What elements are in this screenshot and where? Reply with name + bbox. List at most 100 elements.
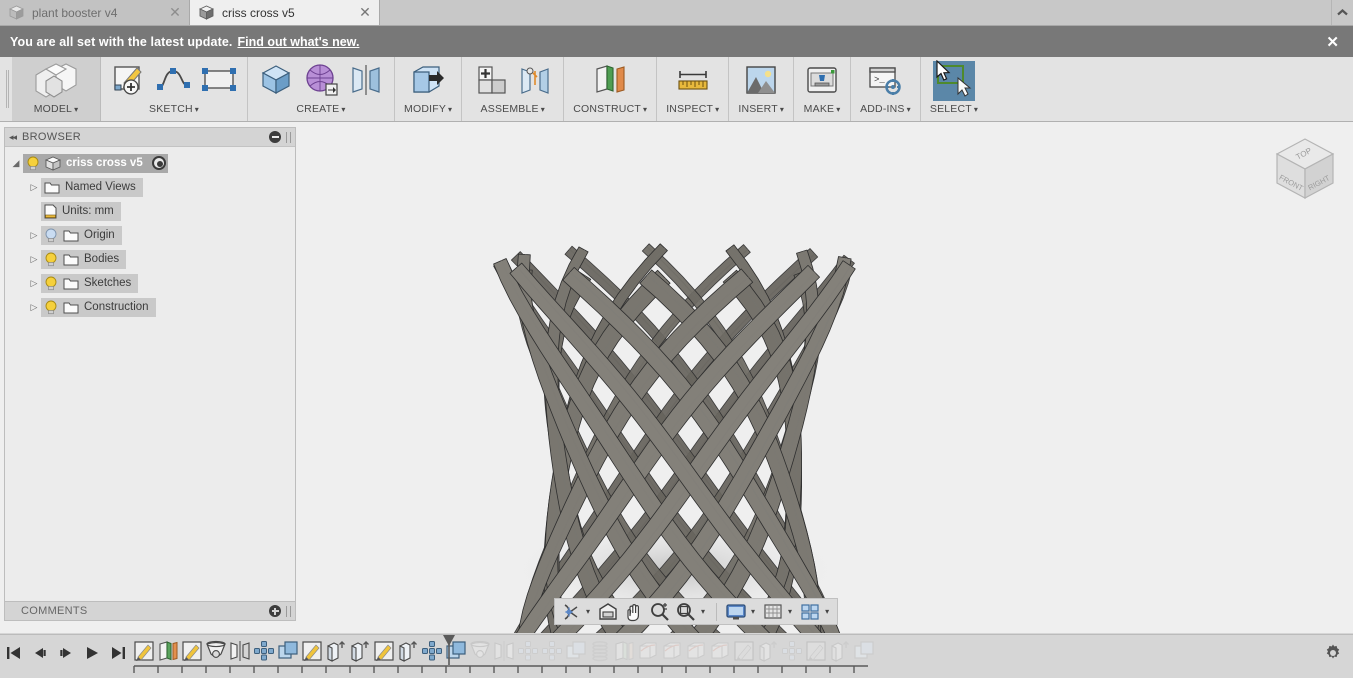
minimize-icon[interactable] <box>269 131 281 143</box>
play-icon[interactable] <box>84 645 100 661</box>
visibility-bulb-icon[interactable] <box>44 300 58 315</box>
tree-pill[interactable]: Units: mm <box>41 201 121 221</box>
close-icon[interactable]: ✕ <box>1322 33 1343 51</box>
select-window-icon[interactable] <box>932 61 975 101</box>
chevron-down-icon[interactable]: ▾ <box>836 105 840 114</box>
spline-icon[interactable] <box>155 61 193 99</box>
chevron-down-icon[interactable]: ▾ <box>586 607 593 616</box>
tree-pill[interactable]: Named Views <box>41 177 143 197</box>
expand-arrow-icon[interactable]: ◢ <box>9 158 23 169</box>
timeline-feature-sketch[interactable] <box>300 638 324 664</box>
whats-new-link[interactable]: Find out what's new. <box>237 35 359 49</box>
tree-item-criss-cross-v5[interactable]: ◢ criss cross v5 <box>5 153 295 173</box>
timeline-feature-extrude[interactable] <box>324 638 348 664</box>
look-at-icon[interactable] <box>597 601 619 623</box>
chevron-down-icon[interactable]: ▾ <box>788 607 795 616</box>
ribbon-label-assemble[interactable]: ASSEMBLE ▾ <box>481 103 545 115</box>
expand-arrow-icon[interactable]: ▷ <box>27 254 41 265</box>
ribbon-label-insert[interactable]: INSERT ▾ <box>738 103 784 115</box>
timeline-feature-mirror[interactable] <box>492 638 516 664</box>
display-settings-icon[interactable] <box>725 601 747 623</box>
timeline-feature-extrude[interactable] <box>348 638 372 664</box>
extrude-box-icon[interactable] <box>257 61 295 99</box>
chevron-down-icon[interactable]: ▾ <box>448 105 452 114</box>
visibility-bulb-icon[interactable] <box>44 228 58 243</box>
chevron-down-icon[interactable]: ▾ <box>751 607 758 616</box>
timeline-feature-extrude[interactable] <box>756 638 780 664</box>
tree-item-sketches[interactable]: ▷ Sketches <box>5 273 295 293</box>
ribbon-label-inspect[interactable]: INSPECT ▾ <box>666 103 719 115</box>
expand-arrow-icon[interactable]: ▷ <box>27 230 41 241</box>
ribbon-label-modify[interactable]: MODIFY ▾ <box>404 103 452 115</box>
timeline-playhead-marker[interactable] <box>441 635 457 665</box>
timeline-feature-combine[interactable] <box>852 638 876 664</box>
expand-arrow-icon[interactable]: ▷ <box>27 278 41 289</box>
timeline-feature-sketch[interactable] <box>372 638 396 664</box>
go-to-end-icon[interactable] <box>110 645 126 661</box>
tree-item-construction[interactable]: ▷ Construction <box>5 297 295 317</box>
scripts-addins-icon[interactable]: >_ <box>866 61 904 99</box>
timeline-feature-sketch[interactable] <box>732 638 756 664</box>
tree-pill[interactable]: Origin <box>41 225 122 245</box>
mirror-icon[interactable] <box>347 61 385 99</box>
joint-icon[interactable] <box>516 61 554 99</box>
ribbon-grip[interactable] <box>0 57 12 121</box>
collapse-panel-icon[interactable]: ◂◂ <box>9 132 17 143</box>
chevron-down-icon[interactable]: ▾ <box>907 105 911 114</box>
visibility-bulb-icon[interactable] <box>26 156 40 171</box>
step-back-icon[interactable] <box>32 645 48 661</box>
ribbon-label-construct[interactable]: CONSTRUCT ▾ <box>573 103 647 115</box>
viewports-icon[interactable] <box>799 601 821 623</box>
tree-item-origin[interactable]: ▷ Origin <box>5 225 295 245</box>
timeline-feature-pattern[interactable] <box>780 638 804 664</box>
step-forward-icon[interactable] <box>58 645 74 661</box>
timeline-feature-pattern[interactable] <box>252 638 276 664</box>
expand-arrow-icon[interactable]: ▷ <box>27 302 41 313</box>
visibility-bulb-icon[interactable] <box>44 276 58 291</box>
tree-pill[interactable]: Sketches <box>41 273 139 293</box>
visibility-bulb-icon[interactable] <box>44 252 58 267</box>
document-tab-criss-cross[interactable]: criss cross v5 ✕ <box>190 0 380 25</box>
chevron-down-icon[interactable]: ▾ <box>341 105 345 114</box>
resize-grip-icon[interactable] <box>286 605 291 617</box>
timeline-feature-extrude[interactable] <box>396 638 420 664</box>
chevron-down-icon[interactable]: ▾ <box>780 105 784 114</box>
view-cube[interactable]: TOP FRONT RIGHT <box>1263 124 1347 212</box>
chevron-up-icon[interactable] <box>1331 0 1353 25</box>
rectangle-icon[interactable] <box>200 61 238 99</box>
tree-item-named-views[interactable]: ▷ Named Views <box>5 177 295 197</box>
timeline-feature-loft[interactable] <box>204 638 228 664</box>
add-comment-icon[interactable] <box>269 605 281 617</box>
timeline-feature-fillet[interactable] <box>708 638 732 664</box>
tree-item-bodies[interactable]: ▷ Bodies <box>5 249 295 269</box>
tree-item-units[interactable]: Units: mm <box>5 201 295 221</box>
timeline-feature-coil[interactable] <box>588 638 612 664</box>
ribbon-label-select[interactable]: SELECT ▾ <box>930 103 978 115</box>
ribbon-label-sketch[interactable]: SKETCH ▾ <box>149 103 199 115</box>
timeline-feature-pattern[interactable] <box>516 638 540 664</box>
comments-panel[interactable]: COMMENTS <box>4 601 296 621</box>
timeline-feature-sketch[interactable] <box>804 638 828 664</box>
insert-image-icon[interactable] <box>742 61 780 99</box>
new-component-icon[interactable] <box>471 61 509 99</box>
tree-pill[interactable]: Bodies <box>41 249 127 269</box>
ribbon-label-make[interactable]: MAKE ▾ <box>804 103 841 115</box>
timeline-feature-fillet[interactable] <box>660 638 684 664</box>
timeline-feature-extrude[interactable] <box>828 638 852 664</box>
chevron-down-icon[interactable]: ▾ <box>74 105 78 114</box>
offset-plane-icon[interactable] <box>591 61 629 99</box>
ribbon-label-create[interactable]: CREATE ▾ <box>296 103 345 115</box>
resize-grip-icon[interactable] <box>286 131 291 143</box>
timeline-feature-sketch[interactable] <box>132 638 156 664</box>
tree-pill[interactable]: Construction <box>41 297 156 317</box>
orbit-icon[interactable] <box>560 601 582 623</box>
pan-hand-icon[interactable] <box>623 601 645 623</box>
timeline-feature-fillet[interactable] <box>636 638 660 664</box>
tree-pill[interactable]: criss cross v5 <box>23 153 168 173</box>
ribbon-label-model[interactable]: MODEL ▾ <box>34 103 79 115</box>
chevron-down-icon[interactable]: ▾ <box>974 105 978 114</box>
fit-view-icon[interactable] <box>675 601 697 623</box>
create-form-icon[interactable] <box>302 61 340 99</box>
activate-component-radio[interactable] <box>151 156 166 170</box>
timeline-feature-offset-plane[interactable] <box>612 638 636 664</box>
